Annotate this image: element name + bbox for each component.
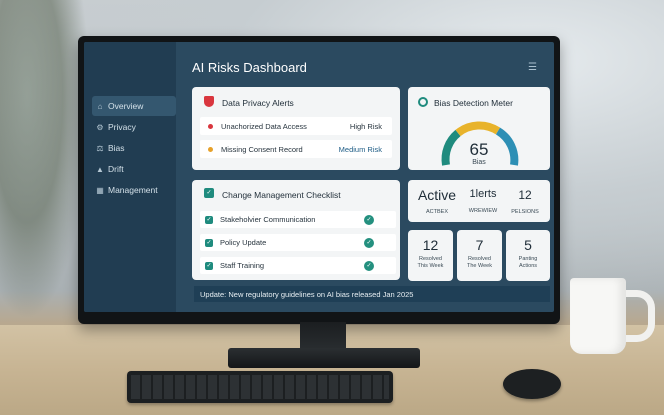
stat-value: 12 <box>518 188 532 202</box>
sidebar-item-bias[interactable]: ⚖ Bias <box>92 138 176 158</box>
update-banner[interactable]: Update: New regulatory guidelines on AI … <box>194 286 550 302</box>
privacy-alerts-card: Data Privacy Alerts Unachorized Data Acc… <box>192 87 400 170</box>
alert-risk: Medium Risk <box>338 144 382 154</box>
alert-row[interactable]: Unachorized Data Access High Risk <box>200 117 392 135</box>
sidebar: ⌂ Overview ⚙ Privacy ⚖ Bias ▲ Drift ▦ Ma… <box>84 42 176 312</box>
gauge-mid-segment <box>455 121 501 137</box>
checklist-label: Staff Training <box>220 261 265 270</box>
stat-label: The Week <box>467 263 492 269</box>
stat-value: Active <box>417 187 457 203</box>
checkbox-icon[interactable]: ✓ <box>205 261 213 270</box>
stat-value: 5 <box>524 237 532 253</box>
gauge-icon <box>418 97 428 107</box>
drift-icon: ▲ <box>96 164 104 174</box>
checklist-item[interactable]: ✓ Policy Update ✓ <box>200 234 396 251</box>
scale-icon: ⚖ <box>96 143 104 153</box>
stat-label: WREWIEW <box>468 208 498 214</box>
privacy-alerts-title: Data Privacy Alerts <box>222 98 294 108</box>
checklist-item[interactable]: ✓ Stakeholvier Communication ✓ <box>200 211 396 228</box>
high-risk-dot <box>208 123 213 129</box>
checklist-card: ✓ Change Management Checklist ✓ Stakehol… <box>192 180 400 280</box>
shield-icon <box>204 96 214 107</box>
sidebar-item-label: Management <box>108 185 158 195</box>
alert-risk: High Risk <box>349 121 382 131</box>
monitor: ⌂ Overview ⚙ Privacy ⚖ Bias ▲ Drift ▦ Ma… <box>78 36 560 324</box>
keyboard <box>127 371 393 403</box>
hamburger-menu-icon[interactable]: ☰ <box>528 62 537 73</box>
grid-icon: ▦ <box>96 185 104 195</box>
medium-risk-dot <box>208 146 213 152</box>
sidebar-item-label: Drift <box>108 164 124 174</box>
summary-stats-card: Active ACTBEX 1lerts WREWIEW 12 PELSIONS <box>408 180 550 222</box>
checkbox-checked-icon: ✓ <box>204 188 214 198</box>
check-circle-icon: ✓ <box>364 214 374 225</box>
checklist-title: Change Management Checklist <box>222 190 341 200</box>
sidebar-item-label: Bias <box>108 143 125 153</box>
gear-icon: ⚙ <box>96 122 104 132</box>
mug-handle <box>622 290 655 342</box>
background-plant <box>0 0 90 320</box>
checkbox-icon[interactable]: ✓ <box>205 238 213 247</box>
bias-unit: Bias <box>472 159 486 166</box>
sidebar-item-overview[interactable]: ⌂ Overview <box>92 96 176 116</box>
sidebar-item-label: Overview <box>108 101 144 111</box>
stat-label: Resolved <box>419 256 442 262</box>
stat-value: 1lerts <box>469 188 497 200</box>
stat-label: Panting <box>518 256 538 262</box>
checklist-item[interactable]: ✓ Staff Training ✓ <box>200 257 396 274</box>
checklist-label: Stakeholvier Communication <box>220 215 316 224</box>
keyboard-keys <box>131 375 389 399</box>
coffee-mug <box>570 278 626 354</box>
page-title: AI Risks Dashboard <box>192 60 307 75</box>
sidebar-item-management[interactable]: ▦ Management <box>92 180 176 200</box>
checklist-label: Policy Update <box>220 238 267 247</box>
bias-meter-title: Bias Detection Meter <box>434 98 513 108</box>
resolved-week-stat: 12 Resolved This Week <box>408 230 453 281</box>
stat-value: 7 <box>475 237 484 253</box>
stat-label: PELSIONS <box>511 209 539 215</box>
pending-actions-stat: 5 Panting Actions <box>506 230 550 281</box>
resolved-stat: 7 Resolved The Week <box>457 230 502 281</box>
check-circle-icon: ✓ <box>364 237 374 248</box>
stat-label: Resolved <box>468 256 491 262</box>
stat-label: This Week <box>417 263 444 269</box>
stat-label: ACTBEX <box>425 209 448 215</box>
sidebar-item-privacy[interactable]: ⚙ Privacy <box>92 117 176 137</box>
bias-meter-card: Bias Detection Meter 65 Bias <box>408 87 550 170</box>
check-circle-icon: ✓ <box>364 260 374 271</box>
mouse <box>503 369 561 399</box>
sidebar-item-drift[interactable]: ▲ Drift <box>92 159 176 179</box>
alert-row[interactable]: Missing Consent Record Medium Risk <box>200 140 392 158</box>
checkbox-icon[interactable]: ✓ <box>205 215 213 224</box>
bias-value: 65 <box>469 140 489 159</box>
stat-label: Actions <box>518 263 538 269</box>
stat-value: 12 <box>422 237 439 253</box>
dashboard-screen: ⌂ Overview ⚙ Privacy ⚖ Bias ▲ Drift ▦ Ma… <box>84 42 554 312</box>
home-icon: ⌂ <box>97 101 103 111</box>
alert-label: Missing Consent Record <box>221 144 303 154</box>
monitor-stand-base <box>228 348 420 368</box>
alert-label: Unachorized Data Access <box>221 121 307 131</box>
sidebar-item-label: Privacy <box>108 122 136 132</box>
